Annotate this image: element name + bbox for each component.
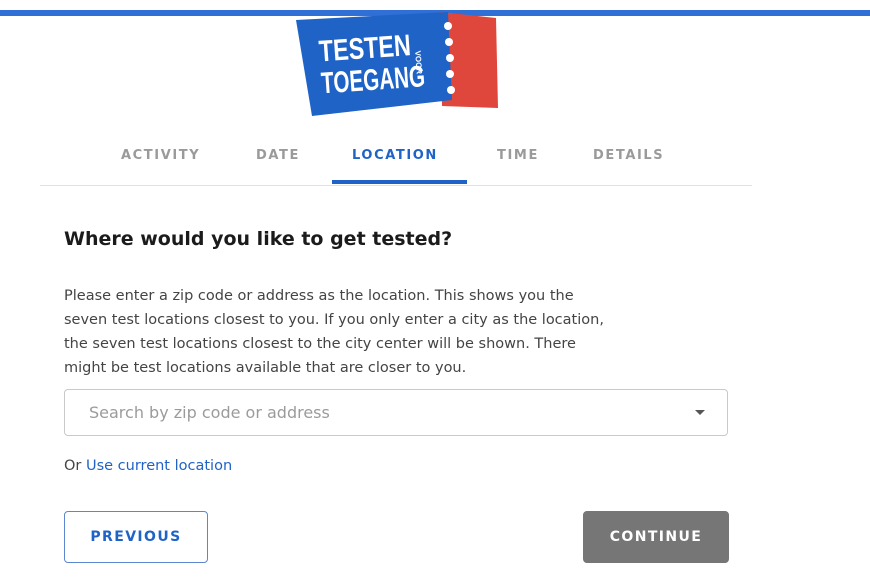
- current-location-row: Or Use current location: [64, 458, 232, 474]
- location-description: Please enter a zip code or address as th…: [64, 284, 744, 380]
- use-current-location-link[interactable]: Use current location: [86, 458, 232, 474]
- description-line: might be test locations available that a…: [64, 360, 467, 376]
- logo-perforation-dot: [447, 86, 455, 94]
- tab-details[interactable]: DETAILS: [593, 148, 664, 163]
- logo-perforation-dot: [446, 70, 454, 78]
- location-search-input[interactable]: [79, 390, 669, 435]
- location-search-select[interactable]: [64, 389, 728, 436]
- step-tabs: ACTIVITY DATE LOCATION TIME DETAILS: [40, 140, 752, 186]
- description-line: the seven test locations closest to the …: [64, 336, 576, 352]
- chevron-down-icon[interactable]: [695, 410, 705, 415]
- or-label: Or: [64, 458, 82, 474]
- logo-perforation-dot: [444, 22, 452, 30]
- tab-time[interactable]: TIME: [497, 148, 539, 163]
- tab-date[interactable]: DATE: [256, 148, 300, 163]
- logo-perforation-dot: [445, 38, 453, 46]
- previous-button[interactable]: PREVIOUS: [64, 511, 208, 563]
- logo-perforation-dot: [446, 54, 454, 62]
- continue-button[interactable]: CONTINUE: [583, 511, 729, 563]
- tab-activity[interactable]: ACTIVITY: [121, 148, 200, 163]
- description-line: Please enter a zip code or address as th…: [64, 288, 574, 304]
- tab-location[interactable]: LOCATION: [352, 148, 438, 163]
- active-tab-indicator: [332, 180, 467, 184]
- page-title: Where would you like to get tested?: [64, 228, 453, 250]
- testen-voor-toegang-logo: TESTEN VOOR TOEGANG: [296, 12, 498, 116]
- description-line: seven test locations closest to you. If …: [64, 312, 604, 328]
